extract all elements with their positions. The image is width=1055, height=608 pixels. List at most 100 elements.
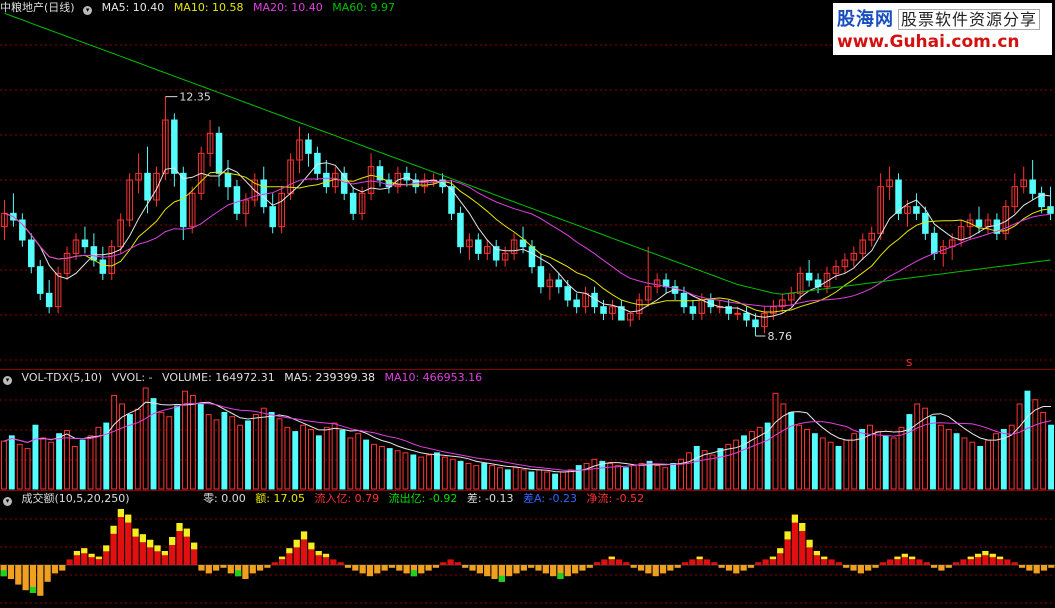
amount-bar: [205, 565, 212, 574]
volume-bar: [205, 414, 212, 490]
volume-bar: [977, 445, 984, 490]
volume-bar: [804, 428, 810, 490]
settings-icon[interactable]: ▾: [3, 376, 12, 385]
amount-bar: [645, 565, 652, 574]
candle-body: [537, 266, 545, 288]
volume-header: ▾ VOL-TDX(5,10) VVOL: - VOLUME: 164972.3…: [0, 370, 488, 386]
amount-bar-cap: [308, 542, 315, 550]
amount-bar: [513, 565, 520, 574]
amount-bar-cap: [139, 534, 146, 543]
amount-bar: [352, 565, 359, 571]
volume-bar: [583, 462, 590, 490]
amount-bar: [857, 565, 864, 574]
amount-bar: [938, 565, 945, 571]
candle-body: [743, 312, 750, 321]
inflow-readout: 流入亿: 0.79: [314, 492, 380, 505]
candle-body: [680, 292, 688, 308]
amount-bar: [579, 565, 586, 571]
amount-bar: [432, 565, 440, 568]
candle-body: [233, 186, 241, 214]
volume-bar: [386, 448, 393, 490]
amount-bar: [1004, 559, 1011, 565]
candle-body: [913, 206, 920, 214]
ma60-readout: MA60: 9.97: [332, 1, 395, 14]
volume-bar: [811, 433, 818, 490]
amount-bar: [374, 565, 381, 574]
volume-panel[interactable]: ▾ VOL-TDX(5,10) VVOL: - VOLUME: 164972.3…: [0, 370, 1055, 490]
price-panel[interactable]: 中粮地产(日线) ▾ MA5: 10.40 MA10: 10.58 MA20: …: [0, 0, 1055, 369]
candle-body: [171, 119, 178, 174]
volume-bar: [591, 458, 598, 490]
volume-bar: [473, 465, 480, 490]
candle-body: [457, 212, 464, 248]
volume-bar: [378, 445, 385, 490]
amount-bar-cap: [147, 539, 154, 548]
volume-bar: [315, 435, 322, 490]
candle-body: [99, 259, 107, 274]
volume-bar: [331, 422, 338, 490]
amount-bar: [491, 565, 498, 579]
volume-chart[interactable]: [0, 370, 1055, 490]
candlestick-chart[interactable]: 12.35 8.76 S: [0, 0, 1055, 369]
volume-bar: [300, 424, 307, 490]
amount-bar: [271, 562, 278, 565]
volume-bar: [182, 390, 188, 490]
amount-chart[interactable]: [0, 491, 1055, 608]
volume-bar: [221, 411, 228, 490]
volume-bar: [197, 403, 204, 490]
watermark-line1: 股海网 股票软件资源分享: [837, 5, 1041, 31]
amount-bar-cap: [791, 514, 799, 523]
volume-bar: [646, 460, 653, 490]
amount-bar: [359, 565, 366, 574]
volume-bar: [166, 416, 173, 490]
amount-bar-cap: [154, 545, 161, 552]
settings-icon[interactable]: ▾: [3, 497, 12, 506]
candle-body: [662, 279, 670, 288]
volume-bar: [819, 437, 826, 490]
volume-bar: [725, 443, 732, 490]
volume-bar: [449, 458, 456, 490]
amount-bar: [725, 565, 733, 571]
candle-body: [45, 292, 53, 308]
candle-body: [224, 172, 232, 188]
volume-bar: [654, 465, 661, 490]
amount-bar: [835, 562, 842, 565]
amount-bar: [637, 565, 645, 571]
amount-bar-cap: [769, 556, 777, 560]
amount-bar-cap: [696, 556, 703, 560]
amount-bar: [872, 565, 879, 568]
amount-bar: [659, 565, 667, 574]
candle-body: [403, 172, 411, 181]
volume-bar: [796, 424, 803, 490]
amount-bar: [865, 565, 872, 571]
volume-bar: [985, 439, 992, 490]
amount-bar: [535, 565, 542, 571]
volume-bar: [79, 439, 86, 490]
volume-bar: [237, 424, 244, 490]
volume-bar: [402, 452, 409, 490]
amount-bar-cap: [73, 551, 81, 556]
volume-readout: VOLUME: 164972.31: [162, 371, 275, 384]
amount-bar-cap: [125, 514, 132, 523]
amount-bar: [337, 562, 344, 565]
amount-bar-cap: [234, 570, 242, 577]
candle-body: [36, 266, 44, 294]
candle-body: [81, 239, 89, 248]
volume-bar: [969, 441, 976, 490]
amount-panel[interactable]: ▾ 成交额(10,5,20,250) 零: 0.00 额: 17.05 流入亿:…: [0, 491, 1055, 608]
amount-bar: [249, 565, 256, 574]
volume-bar: [772, 392, 779, 490]
amount-bar: [593, 562, 601, 565]
candle-body: [305, 139, 312, 154]
ma5-line: [4, 162, 1051, 318]
amount-bar: [330, 559, 337, 565]
candle-body: [805, 272, 813, 281]
volume-bar: [111, 394, 118, 490]
amount-bar-cap: [813, 551, 821, 556]
volume-bar: [701, 450, 708, 490]
volume-bar: [347, 437, 354, 490]
amount-bar: [711, 562, 718, 565]
watermark-url: www.Guhai.com.cn: [837, 32, 1020, 52]
amount-bar: [572, 565, 579, 574]
settings-icon[interactable]: ▾: [83, 6, 93, 15]
